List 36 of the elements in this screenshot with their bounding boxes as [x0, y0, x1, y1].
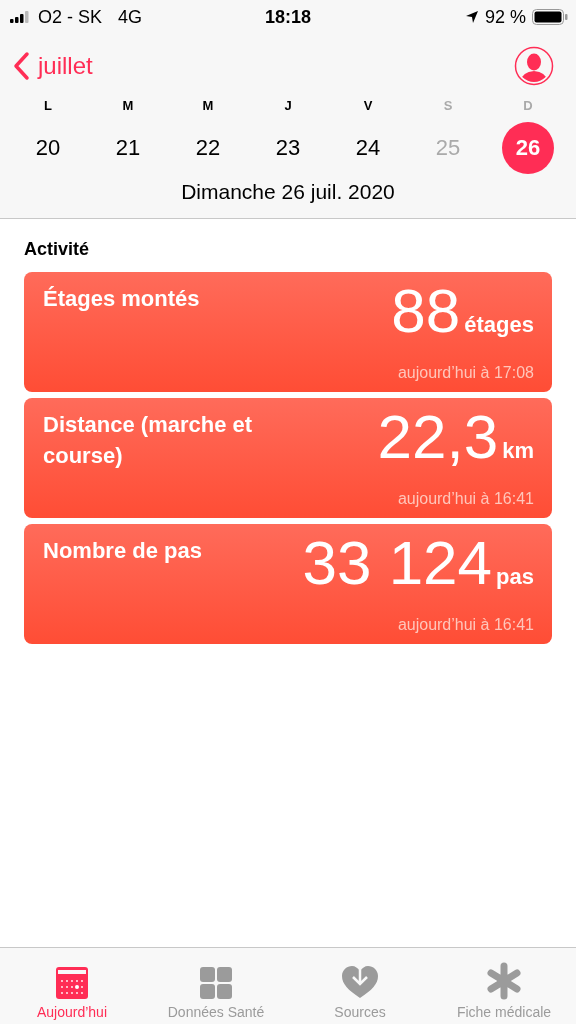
weekday-label: J [284, 98, 292, 115]
tab-item[interactable]: Données Santé [144, 948, 288, 1024]
day-button[interactable]: 20 [22, 122, 74, 174]
day-button[interactable]: 21 [102, 122, 154, 174]
profile-icon[interactable] [514, 46, 554, 86]
battery-percent: 92 % [484, 6, 526, 28]
carrier-name: O2 - SK [38, 6, 103, 28]
network-type: 4G [118, 6, 143, 28]
tab-item[interactable]: Sources [288, 948, 432, 1024]
day-button[interactable]: 26 [502, 122, 554, 174]
asterisk-icon [485, 962, 523, 1000]
activity-card[interactable]: Distance (marche et course) 22,3 km aujourd’hui à 16:41 [24, 398, 552, 518]
back-button[interactable]: juillet [12, 51, 93, 81]
weekday-label: L [44, 98, 52, 115]
tab-item[interactable]: Fiche médicale [432, 948, 576, 1024]
chevron-left-icon [12, 51, 30, 81]
location-arrow-icon [464, 10, 479, 24]
day-button[interactable]: 24 [342, 122, 394, 174]
day-button[interactable]: 23 [262, 122, 314, 174]
day-button[interactable]: 25 [422, 122, 474, 174]
battery-icon [532, 9, 568, 25]
weekday-label: M [122, 98, 134, 115]
tab-item[interactable]: Aujourd’hui [0, 948, 144, 1024]
activity-card[interactable]: Étages montés 88 étages aujourd’hui à 17:08 [24, 272, 552, 392]
weekday-label: S [443, 98, 453, 115]
weekday-label: M [202, 98, 214, 115]
activity-card[interactable]: Nombre de pas 33 124 pas aujourd’hui à 16:41 [24, 524, 552, 644]
day-button[interactable]: 22 [182, 122, 234, 174]
weekday-label: V [363, 98, 373, 115]
selected-date: Dimanche 26 juil. 2020 [180, 179, 396, 205]
clock: 18:18 [265, 6, 311, 28]
weekday-label: D [523, 98, 533, 115]
section-title: Activité [24, 239, 91, 260]
grid-icon [199, 966, 233, 1000]
signal-icon [10, 11, 32, 23]
calendar-icon [55, 966, 89, 1000]
